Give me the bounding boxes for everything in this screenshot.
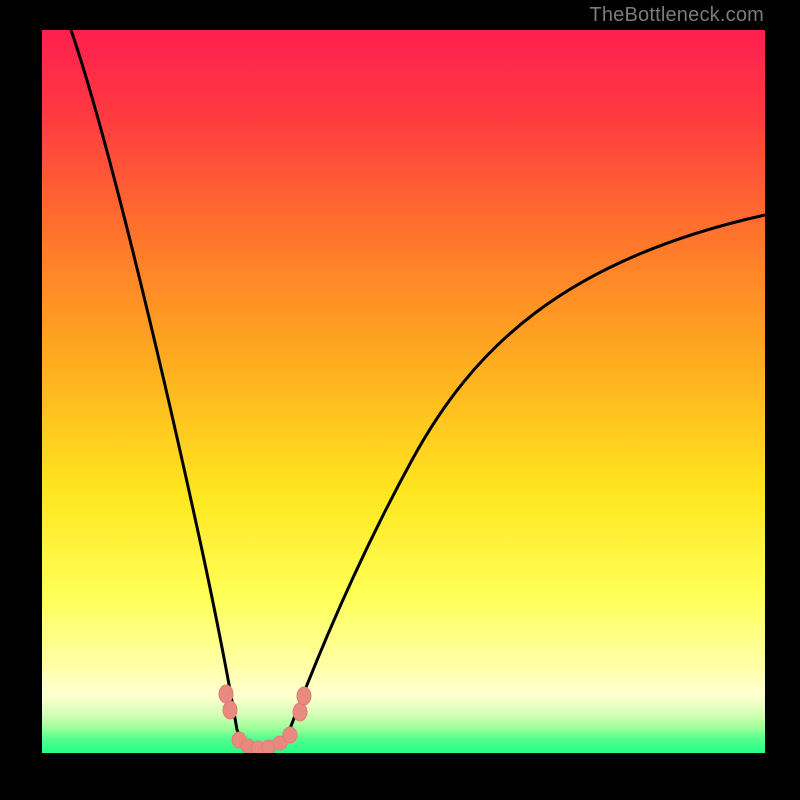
bottleneck-curve (42, 30, 765, 753)
watermark-text: TheBottleneck.com (589, 4, 764, 27)
trough-markers (219, 685, 311, 753)
curve-right-branch (288, 215, 765, 734)
plot-area (42, 30, 765, 753)
chart-frame: TheBottleneck.com (0, 0, 800, 800)
curve-left-branch (71, 30, 237, 730)
